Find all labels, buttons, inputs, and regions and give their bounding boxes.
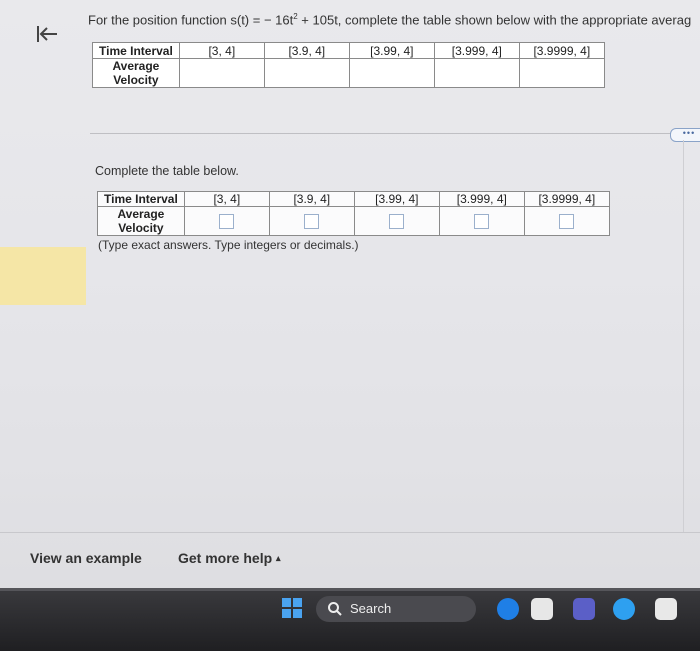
windows-start-icon[interactable] — [282, 598, 302, 618]
question-text: For the position function s(t) = − 16t2 … — [88, 12, 692, 28]
teams-meet-icon[interactable] — [573, 598, 595, 620]
interval-cell: [3, 4] — [183, 191, 270, 207]
search-label: Search — [350, 601, 392, 616]
velocity-cell — [178, 58, 265, 88]
search-icon — [328, 602, 342, 616]
store-icon[interactable] — [655, 598, 677, 620]
reference-table: Time Interval [3, 4] [3.9, 4] [3.99, 4] … — [92, 42, 605, 88]
velocity-cell — [348, 58, 435, 88]
view-example-button[interactable]: View an example — [30, 550, 142, 566]
interval-cell: [3.999, 4] — [438, 191, 525, 207]
interval-cell: [3.9999, 4] — [523, 191, 610, 207]
interval-cell: [3.99, 4] — [348, 42, 435, 59]
section-divider — [90, 133, 700, 134]
taskbar-edge — [0, 588, 700, 591]
interval-cell: [3.9999, 4] — [518, 42, 605, 59]
answer-input-3.999-4[interactable] — [474, 213, 490, 229]
interval-cell: [3.9, 4] — [263, 42, 350, 59]
caret-up-icon: ▴ — [276, 553, 281, 563]
edge-browser-icon[interactable] — [497, 598, 519, 620]
expand-more-button[interactable]: ••• — [670, 128, 700, 142]
velocity-cell — [263, 58, 350, 88]
copilot-icon[interactable] — [613, 598, 635, 620]
answer-input-3.99-4[interactable] — [389, 213, 405, 229]
interval-cell: [3.99, 4] — [353, 191, 440, 207]
answer-format-note: (Type exact answers. Type integers or de… — [98, 238, 359, 252]
file-explorer-icon[interactable] — [531, 598, 553, 620]
header-average-velocity: Average Velocity — [97, 206, 185, 236]
question-screen: For the position function s(t) = − 16t2 … — [0, 0, 700, 588]
answer-input-3-4[interactable] — [219, 213, 235, 229]
back-to-start-icon[interactable] — [33, 20, 61, 48]
interval-cell: [3, 4] — [178, 42, 265, 59]
answer-input-3.9999-4[interactable] — [559, 213, 575, 229]
velocity-cell — [518, 58, 605, 88]
scrollbar-track[interactable] — [683, 140, 684, 532]
header-average-velocity: Average Velocity — [92, 58, 180, 88]
interval-cell: [3.9, 4] — [268, 191, 355, 207]
footer-divider — [0, 532, 700, 533]
header-time-interval: Time Interval — [92, 42, 180, 59]
instruction-text: Complete the table below. — [95, 164, 239, 178]
velocity-cell — [433, 58, 520, 88]
interval-cell: [3.999, 4] — [433, 42, 520, 59]
header-time-interval: Time Interval — [97, 191, 185, 207]
get-more-help-button[interactable]: Get more help ▴ — [178, 550, 281, 566]
answer-table: Time Interval [3, 4] [3.9, 4] [3.99, 4] … — [97, 191, 610, 236]
side-highlight — [0, 247, 86, 305]
answer-input-3.9-4[interactable] — [304, 213, 320, 229]
